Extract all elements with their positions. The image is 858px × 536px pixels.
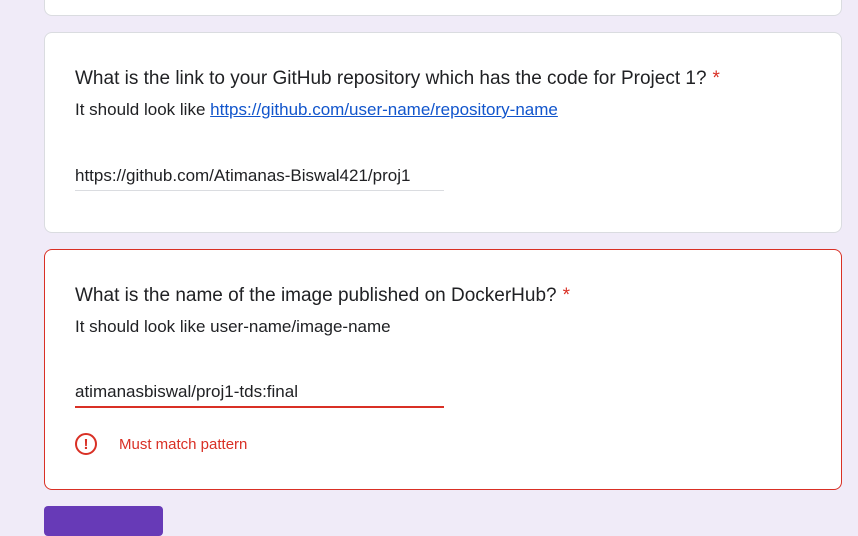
- previous-question-card: [44, 0, 842, 16]
- required-asterisk: *: [562, 285, 571, 306]
- submit-button[interactable]: [44, 506, 163, 536]
- github-url-input[interactable]: [75, 161, 444, 191]
- question-description: It should look like https://github.com/u…: [75, 100, 558, 119]
- example-link[interactable]: https://github.com/user-name/repository-…: [210, 100, 558, 119]
- error-circle-icon: !: [75, 433, 97, 455]
- question-title: What is the name of the image published …: [75, 285, 571, 306]
- question-card-dockerhub: What is the name of the image published …: [44, 249, 842, 490]
- question-description: It should look like user-name/image-name: [75, 317, 391, 336]
- validation-error: ! Must match pattern: [75, 430, 247, 458]
- question-card-github: What is the link to your GitHub reposito…: [44, 32, 842, 233]
- docker-image-input[interactable]: [75, 378, 444, 408]
- error-message: Must match pattern: [119, 435, 248, 453]
- required-asterisk: *: [712, 68, 720, 89]
- question-title: What is the link to your GitHub reposito…: [75, 68, 720, 89]
